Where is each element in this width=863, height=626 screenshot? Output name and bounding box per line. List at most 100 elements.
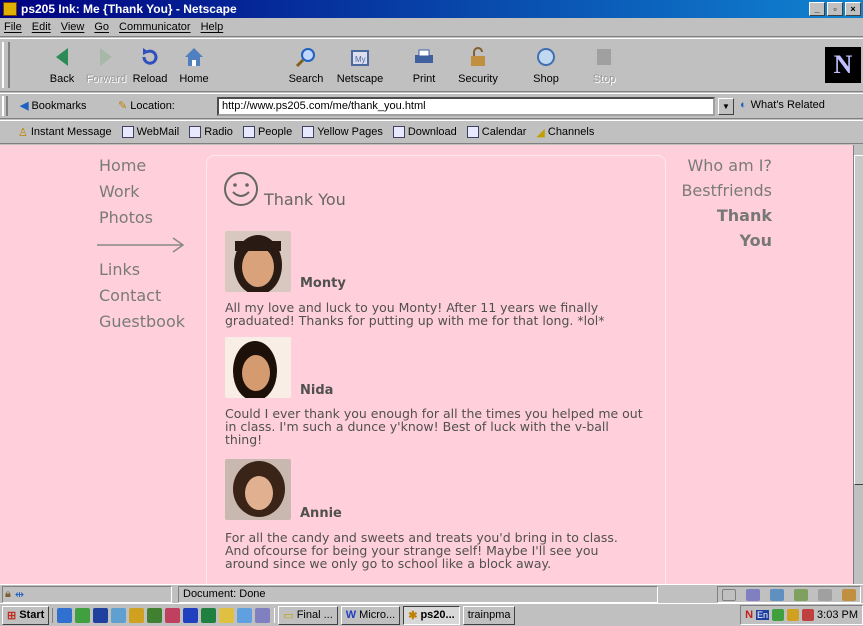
maximize-button[interactable]: ▫ [827,2,843,16]
app-icon[interactable] [111,607,127,623]
reload-icon [138,45,162,69]
app-icon[interactable] [165,607,181,623]
nav-link-contact[interactable]: Contact [99,283,189,309]
search-label: Search [288,73,324,85]
my-netscape-button[interactable]: My Netscape [336,43,384,89]
print-icon [412,45,436,69]
download-button[interactable]: Download [392,126,457,138]
tray-icon[interactable] [772,609,785,621]
netscape-tray-icon[interactable]: N [745,609,753,621]
instant-message-button[interactable]: ♙ Instant Message [18,126,112,139]
netscape-logo[interactable]: N [825,47,861,83]
language-icon[interactable]: En [756,610,770,620]
print-button[interactable]: Print [400,43,448,89]
app-icon[interactable] [147,607,163,623]
url-dropdown-button[interactable]: ▼ [718,98,734,115]
navigator-icon[interactable] [746,588,760,601]
start-button[interactable]: ⊞ Start [2,605,50,625]
minimize-button[interactable]: _ [809,2,825,16]
window-title-bar[interactable]: ps205 Ink: Me {Thank You} - Netscape _ ▫… [0,0,863,18]
nav-link-links[interactable]: Links [99,257,189,283]
webmail-button[interactable]: WebMail [121,126,179,138]
newsgroup-icon[interactable] [818,588,832,601]
find-icon[interactable] [219,607,235,623]
desktop-icon[interactable] [75,607,91,623]
entry-name-annie: Annie [300,506,342,521]
nav-link-who-am-i[interactable]: Who am I? [680,153,772,178]
entry-name-nida: Nida [300,383,334,398]
app-icon[interactable] [255,607,271,623]
outlook-icon[interactable] [93,607,109,623]
search-button[interactable]: Search [282,43,330,89]
security-status-icon[interactable]: 🔒︎ [5,588,11,601]
clock[interactable]: 3:03 PM [817,609,858,621]
task-final[interactable]: ▭ Final ... [278,605,338,625]
channels-button[interactable]: ◢ Channels [536,126,594,139]
menu-view[interactable]: View [61,21,85,33]
location-icon[interactable]: ✎ [118,99,127,112]
stop-button[interactable]: Stop [580,43,628,89]
reload-button[interactable]: Reload [126,43,174,89]
status-bar: 🔒︎ ⇹ Document: Done [0,584,863,603]
bookmark-page-icon [189,126,202,138]
nav-link-guestbook[interactable]: Guestbook [99,309,189,335]
calendar-button[interactable]: Calendar [466,126,526,138]
navigation-toolbar: Back Forward Reload Home Search My Netsc… [0,38,863,92]
task-ps205[interactable]: ✱ ps20... [403,605,460,625]
close-button[interactable]: × [845,2,861,16]
nav-link-thank-you[interactable]: Thank You [680,203,772,253]
security-lock-icon [466,45,490,69]
component-grip-icon[interactable] [722,588,736,601]
tray-icon[interactable] [802,609,815,621]
annie-photo [225,459,291,520]
menu-help[interactable]: Help [201,21,224,33]
menu-communicator[interactable]: Communicator [119,21,191,33]
internet-explorer-icon[interactable] [57,607,73,623]
yellow-pages-button[interactable]: Yellow Pages [302,126,383,138]
menu-file[interactable]: File [4,21,22,33]
entry-text-monty: All my love and luck to you Monty! After… [225,300,605,328]
forward-label: Forward [85,73,127,85]
vertical-scrollbar[interactable] [853,145,863,584]
toolbar-grip[interactable] [2,42,10,88]
bookmarks-button[interactable]: ◀ Bookmarks [20,99,87,113]
shop-button[interactable]: Shop [522,43,570,89]
back-button[interactable]: Back [38,43,86,89]
task-trainpma[interactable]: trainpma [462,605,516,625]
task-label: Micro... [359,609,396,621]
excel-icon[interactable] [201,607,217,623]
bookmark-page-icon [242,126,255,138]
word-icon[interactable] [183,607,199,623]
home-label: Home [179,73,209,85]
app-icon[interactable] [237,607,253,623]
radio-button[interactable]: Radio [189,126,233,138]
online-status-icon[interactable]: ⇹ [15,588,24,601]
stop-icon [592,45,616,69]
nav-link-bestfriends[interactable]: Bestfriends [680,178,772,203]
nav-link-home[interactable]: Home [99,153,189,179]
scrollbar-thumb[interactable] [854,155,863,485]
entry-text-annie: For all the candy and sweets and treats … [225,530,618,571]
shop-icon [534,45,558,69]
toolbar-grip[interactable] [2,96,8,116]
security-button[interactable]: Security [454,43,502,89]
address-book-icon[interactable] [842,588,856,601]
menu-edit[interactable]: Edit [32,21,51,33]
people-button[interactable]: People [242,126,292,138]
composer-icon[interactable] [794,588,808,601]
stop-label: Stop [592,73,616,85]
task-micro[interactable]: W Micro... [340,605,401,625]
whats-related-button[interactable]: ◐ What's Related [740,99,825,111]
nav-link-work[interactable]: Work [99,179,189,205]
tray-icon[interactable] [787,609,800,621]
entry-text-nida: Could I ever thank you enough for all th… [225,406,643,447]
location-toolbar: ◀ Bookmarks ✎ Location: http://www.ps205… [0,93,863,119]
app-icon[interactable] [129,607,145,623]
menu-go[interactable]: Go [94,21,109,33]
home-button[interactable]: Home [170,43,218,89]
forward-button[interactable]: Forward [82,43,130,89]
url-input[interactable]: http://www.ps205.com/me/thank_you.html [217,97,715,116]
nav-link-photos[interactable]: Photos [99,205,189,231]
smiley-icon [222,170,260,211]
mail-icon[interactable] [770,588,784,601]
